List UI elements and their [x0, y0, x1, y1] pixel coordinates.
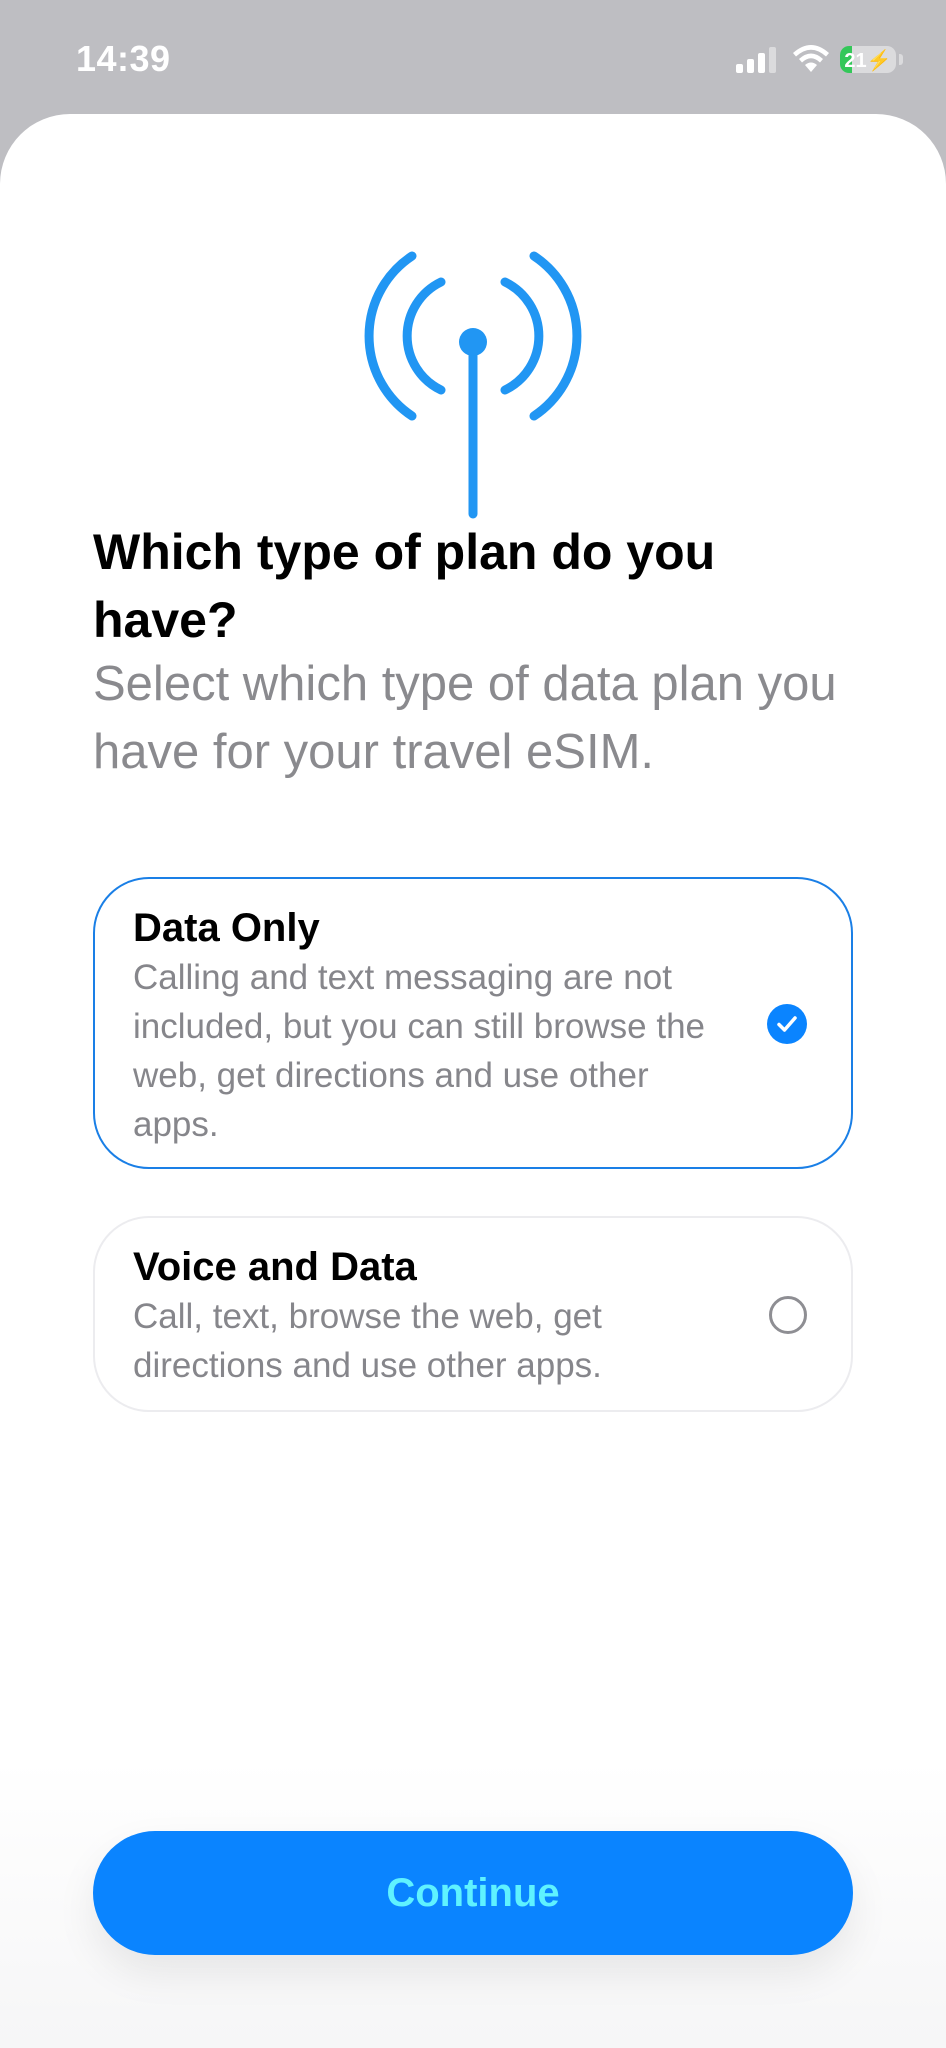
status-bar: 14:39 21⚡: [0, 0, 946, 115]
checkmark-selected-icon[interactable]: [767, 1004, 807, 1044]
option-title: Voice and Data: [133, 1245, 417, 1289]
battery-icon: 21⚡: [840, 46, 896, 73]
status-time: 14:39: [76, 38, 171, 79]
battery-cap: [899, 54, 903, 65]
antenna-signal-icon: [364, 251, 582, 519]
radio-unselected-icon[interactable]: [769, 1296, 807, 1334]
page-subtitle: Select which type of data plan you have …: [93, 657, 837, 779]
option-title: Data Only: [133, 906, 320, 950]
checkmark-icon: [777, 1016, 797, 1032]
option-description: Call, text, browse the web, get directio…: [133, 1297, 602, 1385]
charging-bolt-icon: ⚡: [866, 50, 892, 72]
page-title: Which type of plan do you have?: [93, 524, 716, 648]
cellular-signal-icon: [736, 47, 776, 73]
continue-button[interactable]: Continue: [93, 1831, 853, 1955]
wifi-icon: [793, 45, 829, 72]
option-description: Calling and text messaging are not inclu…: [133, 958, 705, 1144]
option-data-only[interactable]: Data Only Calling and text messaging are…: [93, 877, 853, 1169]
option-voice-and-data[interactable]: Voice and Data Call, text, browse the we…: [93, 1216, 853, 1412]
battery-level: 21⚡: [844, 50, 892, 72]
status-icons: 21⚡: [736, 42, 906, 78]
